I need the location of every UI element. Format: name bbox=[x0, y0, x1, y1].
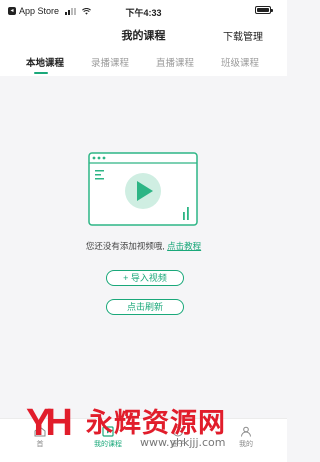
tab-live-courses[interactable]: 直播课程 bbox=[156, 55, 194, 69]
page-header: 我的课程 下载管理 bbox=[0, 22, 287, 46]
home-icon bbox=[34, 426, 46, 437]
profile-icon bbox=[241, 426, 251, 437]
nav-item-home[interactable]: 首 bbox=[20, 426, 60, 449]
nav-label-my-courses: 我的课程 bbox=[94, 441, 122, 448]
circle-icon bbox=[173, 426, 183, 437]
nav-label-profile: 我的 bbox=[239, 441, 253, 448]
nav-label-circle: 圈子 bbox=[171, 441, 185, 448]
empty-message-text: 您还没有添加视频哦, bbox=[85, 241, 165, 251]
nav-item-circle[interactable]: 圈子 bbox=[158, 426, 198, 449]
tutorial-link[interactable]: 点击教程 bbox=[167, 241, 201, 251]
nav-item-my-courses[interactable]: 我的课程 bbox=[88, 426, 128, 449]
battery-icon bbox=[255, 6, 273, 14]
course-icon bbox=[102, 426, 114, 437]
nav-item-profile[interactable]: 我的 bbox=[226, 426, 266, 449]
nav-label-home: 首 bbox=[36, 441, 44, 448]
download-manager-button[interactable]: 下载管理 bbox=[223, 28, 263, 43]
empty-state-message: 您还没有添加视频哦, 点击教程 bbox=[0, 240, 287, 252]
refresh-button[interactable]: 点击刷新 bbox=[106, 299, 184, 315]
bottom-navigation: 首 我的课程 圈子 我的 bbox=[0, 418, 287, 462]
tab-local-courses[interactable]: 本地课程 bbox=[26, 55, 64, 69]
active-tab-indicator bbox=[34, 72, 48, 74]
empty-video-illustration bbox=[88, 152, 198, 226]
tab-class-courses[interactable]: 班级课程 bbox=[221, 55, 259, 69]
course-tabs: 本地课程 录播课程 直播课程 班级课程 bbox=[0, 46, 287, 76]
status-time: 下午4:33 bbox=[125, 8, 162, 18]
app-screen: ◂ App Store 下午4:33 我的课程 下载管理 本地课程 录播课程 直… bbox=[0, 0, 287, 462]
import-video-button[interactable]: + 导入视频 bbox=[106, 270, 184, 286]
tab-recorded-courses[interactable]: 录播课程 bbox=[91, 55, 129, 69]
status-bar: ◂ App Store 下午4:33 bbox=[0, 0, 287, 22]
